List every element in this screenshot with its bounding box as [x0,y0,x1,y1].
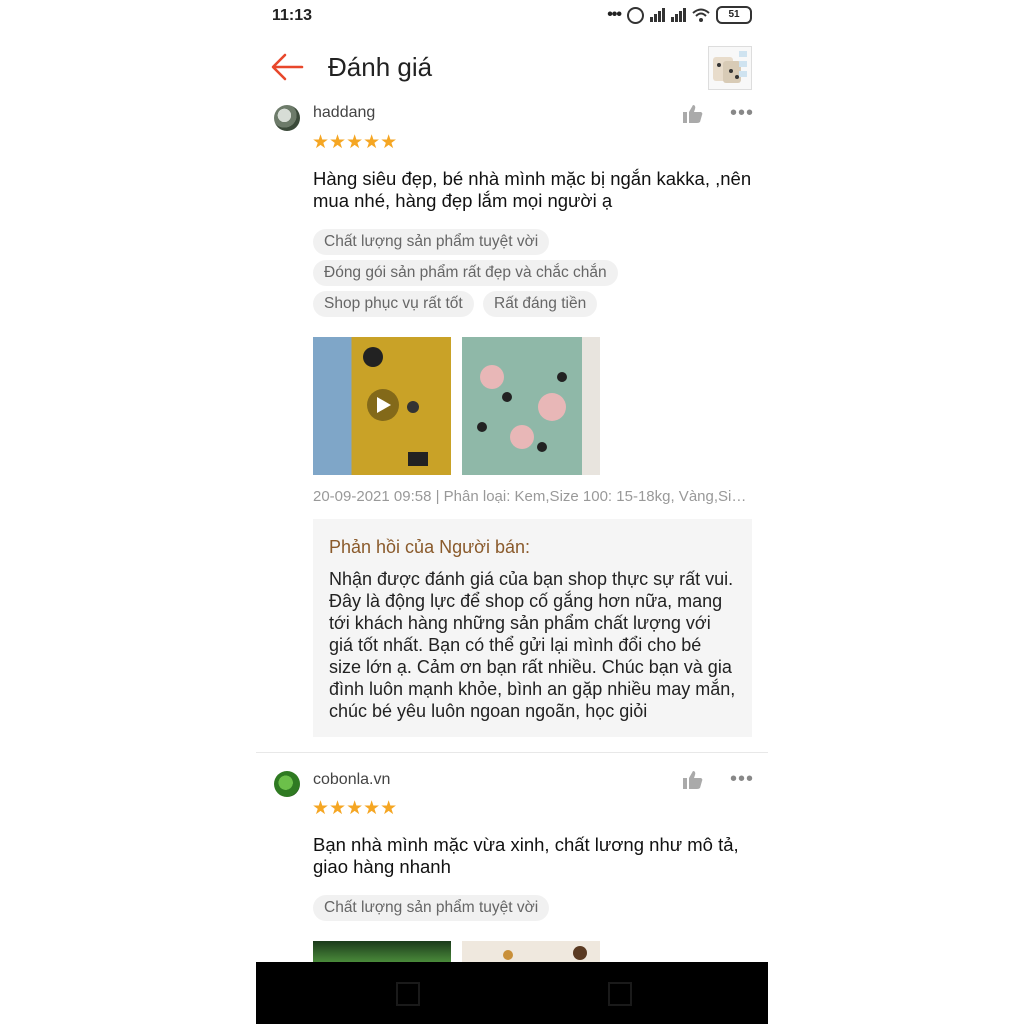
divider [256,752,768,753]
status-bar: 11:13 ••• 51 [256,0,768,32]
recent-apps-button-icon[interactable] [608,982,632,1006]
avatar[interactable] [274,105,300,131]
avatar[interactable] [274,771,300,797]
signal-icon-2 [671,8,686,22]
status-icons: ••• 51 [607,6,752,24]
status-time: 11:13 [272,7,313,24]
more-options-icon[interactable]: ••• [730,103,754,123]
review-text: Bạn nhà mình mặc vừa xinh, chất lương nh… [313,834,739,877]
notification-dots-icon: ••• [607,6,622,23]
like-icon[interactable] [682,103,704,125]
seller-reply: Phản hồi của Người bán: Nhận được đánh g… [313,519,752,737]
back-arrow-icon[interactable] [270,52,304,82]
product-thumbnail[interactable] [708,46,752,90]
page-header: Đánh giá [256,40,768,96]
review-photo[interactable] [462,941,600,962]
rating-stars: ★★★★★ [312,133,397,152]
system-nav-bar [256,962,768,1024]
review-meta: 20-09-2021 09:58 | Phân loại: Kem,Size 1… [313,488,753,505]
page-title: Đánh giá [328,52,433,82]
seller-reply-text: Nhận được đánh giá của bạn shop thực sự … [329,569,736,721]
review-tag: Chất lượng sản phẩm tuyệt vời [313,229,550,255]
review-text: Hàng siêu đẹp, bé nhà mình mặc bị ngắn k… [313,168,752,211]
review-tag: Rất đáng tiền [483,291,598,317]
like-icon[interactable] [682,769,704,791]
review-tag: Đóng gói sản phẩm rất đẹp và chắc chắn [313,260,618,286]
phone-screen: 11:13 ••• 51 Đánh giá haddang ••• ★★★★★ … [256,0,768,1024]
rating-stars: ★★★★★ [312,799,397,818]
signal-icon-1 [650,8,665,22]
seller-reply-title: Phản hồi của Người bán: [329,537,530,557]
review-video-thumbnail[interactable] [313,337,451,475]
review-username[interactable]: haddang [313,104,375,122]
review-photo[interactable] [462,337,600,475]
review-username[interactable]: cobonla.vn [313,771,390,789]
star-rating: ★★★★★ [312,798,398,819]
star-rating: ★★★★★ [312,132,398,153]
home-button-icon[interactable] [396,982,420,1006]
review-tag: Shop phục vụ rất tốt [313,291,474,317]
review-tag: Chất lượng sản phẩm tuyệt vời [313,895,550,921]
more-options-icon[interactable]: ••• [730,769,754,789]
wifi-icon [692,8,710,22]
battery-icon: 51 [716,6,752,24]
review-photo[interactable] [313,941,451,962]
alarm-icon [627,6,644,24]
